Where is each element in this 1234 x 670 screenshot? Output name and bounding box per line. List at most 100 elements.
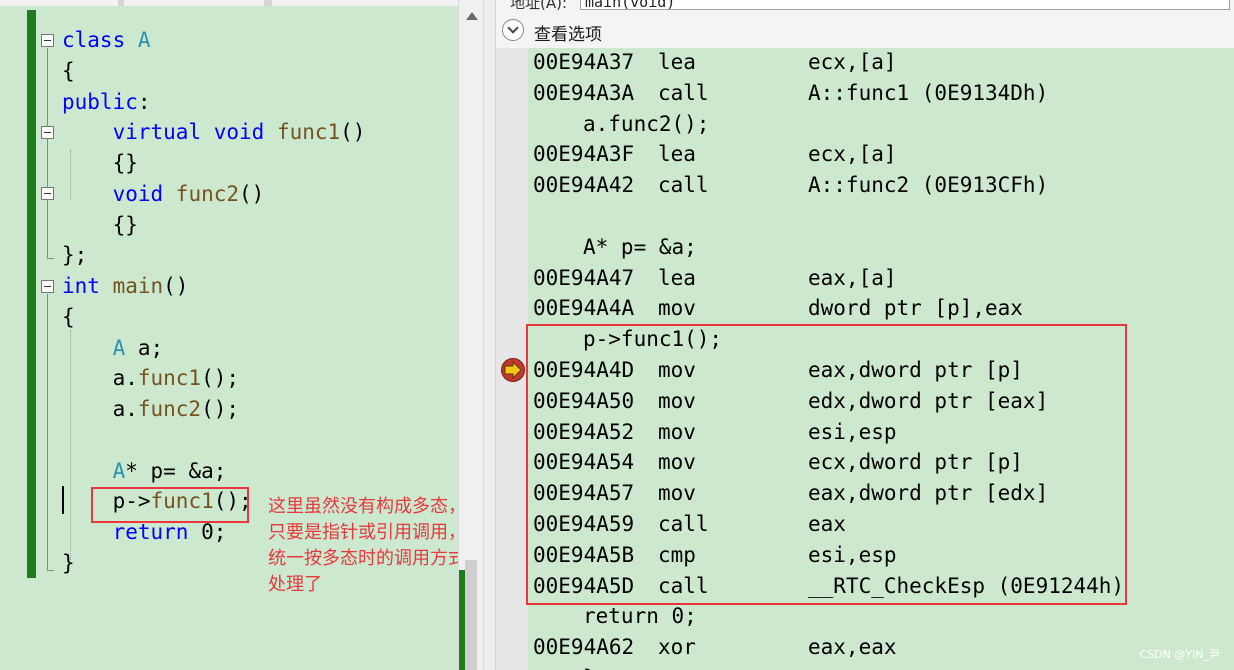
asm-address: 00E94A37 <box>533 50 635 74</box>
code-line[interactable]: {} <box>62 210 138 240</box>
code-token: a. <box>62 397 138 421</box>
asm-operands: A::func2 (0E913CFh) <box>808 173 1049 198</box>
asm-mnemonic: lea <box>658 142 696 167</box>
code-token: { <box>62 304 75 329</box>
code-line[interactable]: int main() <box>62 271 188 301</box>
code-token: () <box>239 181 265 206</box>
code-token: () <box>340 120 366 145</box>
code-token: func2 <box>137 397 202 421</box>
code-token: a; <box>125 335 164 360</box>
outline-end <box>47 570 54 571</box>
code-line[interactable]: A a; <box>62 333 164 363</box>
source-annotation-text: A* p= &a; <box>583 234 697 259</box>
asm-mnemonic: mov <box>658 296 696 321</box>
highlight-box-call <box>91 487 249 523</box>
source-annotation-text: a.func2(); <box>583 111 710 136</box>
annotation-line: 统一按多态时的调用方式 <box>268 548 458 569</box>
code-token: func1 <box>137 366 202 391</box>
asm-address: 00E94A3F <box>533 142 635 167</box>
source-editor[interactable]: class A{public: virtual void func1() {} … <box>0 0 458 670</box>
code-line[interactable]: {} <box>62 148 138 178</box>
source-annotation-line[interactable]: return 0; <box>583 601 697 631</box>
address-label: 地址(A): <box>510 0 568 12</box>
code-token: func2 <box>175 181 240 206</box>
code-token: a. <box>62 366 138 391</box>
code-token: A <box>137 28 151 52</box>
code-token: } <box>62 550 75 575</box>
source-annotation-text: } <box>583 666 596 670</box>
code-token: {} <box>62 151 138 175</box>
asm-operands: A::func1 (0E9134Dh) <box>808 80 1049 105</box>
code-token: virtual void <box>62 120 277 145</box>
disassembly-window[interactable]: 地址(A): main(void) 查看选项 00E94A37 lea ecx,[a… <box>496 0 1234 670</box>
asm-address: 00E94A62 <box>533 635 635 660</box>
source-annotation-line[interactable]: } <box>583 663 596 670</box>
code-token: int <box>62 274 113 298</box>
code-line[interactable]: { <box>62 56 75 86</box>
code-line[interactable]: class A <box>62 25 151 55</box>
code-line[interactable]: a.func1(); <box>62 363 239 393</box>
asm-address: 00E94A4A <box>533 296 635 321</box>
code-line[interactable]: { <box>62 302 75 332</box>
source-annotation-line[interactable]: a.func2(); <box>583 109 709 139</box>
annotation-note: 这里虽然没有构成多态，但 只要是指针或引用调用， 统一按多态时的调用方式 处理了 <box>268 494 458 598</box>
code-line[interactable]: virtual void func1() <box>62 117 366 147</box>
code-token: main <box>112 274 164 298</box>
code-token: : <box>137 89 151 114</box>
asm-address: 00E94A42 <box>533 173 635 198</box>
asm-operands: ecx,[a] <box>808 142 897 167</box>
code-token: * p= &a; <box>125 458 227 483</box>
code-token: return <box>112 520 189 544</box>
asm-mnemonic: lea <box>658 50 696 74</box>
fold-toggle-icon[interactable] <box>41 34 54 47</box>
asm-mnemonic: lea <box>658 265 696 290</box>
code-token: { <box>62 58 75 83</box>
annotation-line: 只要是指针或引用调用， <box>268 522 458 543</box>
source-annotation-line[interactable]: A* p= &a; <box>583 232 697 262</box>
asm-mnemonic: call <box>658 173 709 198</box>
fold-toggle-icon[interactable] <box>41 126 54 139</box>
fold-toggle-icon[interactable] <box>41 187 54 200</box>
fold-toggle-icon[interactable] <box>41 280 54 293</box>
code-token: {} <box>62 212 138 237</box>
code-line[interactable]: } <box>62 548 75 578</box>
code-line[interactable]: A* p= &a; <box>62 456 227 486</box>
asm-mnemonic: xor <box>658 635 696 660</box>
code-line[interactable]: }; <box>62 240 87 270</box>
code-token: void <box>62 181 176 206</box>
code-token: class <box>62 28 138 52</box>
code-line[interactable]: a.func2(); <box>62 394 239 424</box>
highlight-box-disassembly <box>526 324 1127 605</box>
code-token: (); <box>201 397 240 421</box>
outline-line <box>47 48 48 258</box>
asm-address: 00E94A3A <box>533 80 635 105</box>
outline-line <box>47 294 48 570</box>
view-options-label[interactable]: 查看选项 <box>534 20 602 45</box>
scroll-up-arrow-icon[interactable] <box>466 12 478 20</box>
code-token: func1 <box>276 120 341 145</box>
watermark: CSDN @YIN_尹 <box>1139 648 1220 661</box>
view-options-bar: 查看选项 <box>496 14 1234 48</box>
code-token: }; <box>62 243 88 268</box>
chevron-down-icon[interactable] <box>502 19 524 41</box>
instruction-pointer-arrow-icon <box>500 357 526 387</box>
change-tracking-bar <box>27 10 36 578</box>
code-line[interactable]: public: <box>62 87 151 117</box>
asm-operands: eax,eax <box>808 635 897 660</box>
annotation-line: 这里虽然没有构成多态，但 <box>268 496 458 517</box>
scrollbar-thumb[interactable] <box>465 560 477 670</box>
code-line[interactable]: void func2() <box>62 179 265 209</box>
address-bar: 地址(A): main(void) <box>496 0 1234 15</box>
code-token: 0; <box>188 520 227 544</box>
annotation-line: 处理了 <box>268 574 322 595</box>
asm-operands: ecx,[a] <box>808 50 897 74</box>
source-annotation-text: return 0; <box>583 604 697 629</box>
editor-vertical-scrollbar[interactable] <box>458 0 484 670</box>
code-token: A <box>112 458 126 483</box>
address-input[interactable]: main(void) <box>580 0 1230 11</box>
pane-splitter[interactable] <box>484 0 496 670</box>
asm-operands: dword ptr [p],eax <box>808 296 1023 321</box>
text-caret <box>62 486 64 514</box>
